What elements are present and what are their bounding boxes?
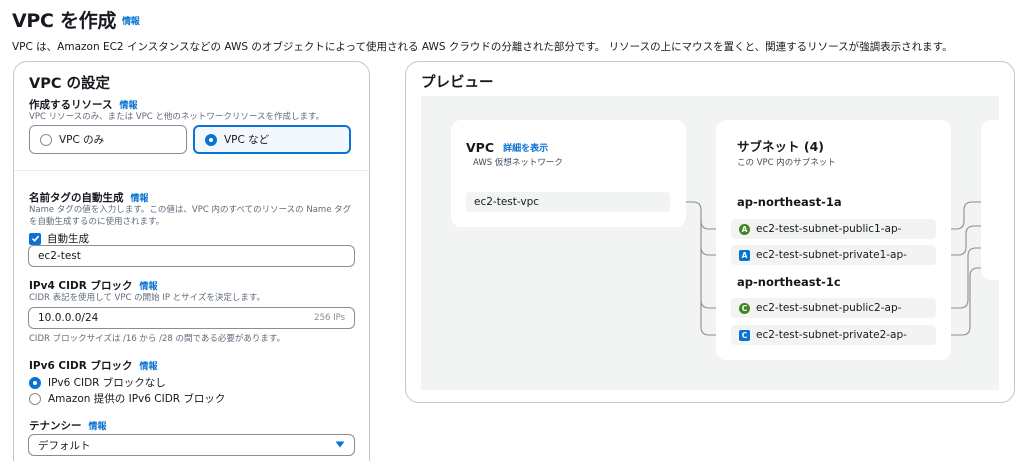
ipv6-option-none[interactable]: IPv6 CIDR ブロックなし — [29, 375, 166, 390]
ipv4-cidr-label-text: IPv4 CIDR ブロック — [29, 280, 133, 292]
private-subnet-icon: C — [739, 329, 750, 341]
ipv4-cidr-constraint: CIDR ブロックサイズは /16 から /28 の間である必要があります。 — [29, 334, 286, 344]
ipv6-option-amazon[interactable]: Amazon 提供の IPv6 CIDR ブロック — [29, 391, 225, 406]
resource-option-label: VPC など — [224, 134, 270, 146]
radio-selected-icon — [29, 376, 41, 389]
vpc-settings-title: VPC の設定 — [29, 76, 111, 92]
public-subnet-icon: C — [739, 302, 750, 314]
vpc-card-title: VPC — [466, 140, 495, 155]
vpc-details-link[interactable]: 詳細を表示 — [503, 144, 548, 154]
resources-label: 作成するリソース 情報 — [29, 97, 138, 112]
ipv4-info-link[interactable]: 情報 — [139, 282, 157, 292]
page-description: VPC は、Amazon EC2 インスタンスなどの AWS のオブジェクトによ… — [12, 41, 953, 53]
name-tag-value: ec2-test — [38, 250, 81, 262]
auto-generate-checkbox[interactable]: 自動生成 — [29, 231, 89, 246]
name-tag-hint-2: を自動生成するのに使用されます。 — [29, 217, 165, 227]
tenancy-info-link[interactable]: 情報 — [89, 422, 107, 432]
radio-selected-icon — [205, 133, 217, 146]
route-tables-card-partial — [981, 120, 999, 280]
subnet-chip-private2[interactable]: C ec2-test-subnet-private2-ap- — [731, 325, 936, 345]
ipv6-option-label: IPv6 CIDR ブロックなし — [48, 377, 166, 389]
ipv4-ip-count: 256 IPs — [314, 313, 345, 323]
name-tag-label-text: 名前タグの自動生成 — [29, 192, 124, 204]
ipv4-cidr-input[interactable]: 10.0.0.0/24 256 IPs — [28, 307, 355, 329]
radio-icon — [29, 392, 41, 405]
availability-zone-label: ap-northeast-1a — [737, 195, 842, 209]
subnet-chip-private1[interactable]: A ec2-test-subnet-private1-ap- — [731, 245, 936, 265]
subnets-card-title: サブネット (4) — [737, 139, 824, 154]
tenancy-select[interactable]: デフォルト — [28, 434, 355, 456]
caret-down-icon — [335, 439, 345, 451]
resource-option-label: VPC のみ — [59, 134, 105, 146]
vpc-name: ec2-test-vpc — [474, 196, 540, 208]
subnet-chip-public1[interactable]: A ec2-test-subnet-public1-ap- — [731, 219, 936, 239]
tenancy-value: デフォルト — [38, 439, 91, 452]
tenancy-label: テナンシー 情報 — [29, 418, 107, 433]
section-divider — [14, 170, 369, 171]
subnet-chip-public2[interactable]: C ec2-test-subnet-public2-ap- — [731, 298, 936, 318]
vpc-card-header: VPC 詳細を表示 — [466, 137, 548, 156]
subnets-card-subtitle: この VPC 内のサブネット — [737, 158, 836, 168]
subnet-name: ec2-test-subnet-private2-ap- — [756, 329, 907, 341]
checkbox-checked-icon — [29, 232, 41, 245]
private-subnet-icon: A — [739, 249, 750, 261]
subnet-name: ec2-test-subnet-public2-ap- — [756, 302, 902, 314]
name-tag-input[interactable]: ec2-test — [28, 245, 355, 267]
name-tag-info-link[interactable]: 情報 — [131, 194, 149, 204]
resources-hint: VPC リソースのみ、または VPC と他のネットワークリソースを作成します。 — [29, 112, 325, 122]
page-info-link[interactable]: 情報 — [122, 17, 140, 27]
page-title: VPC を作成 情報 — [12, 6, 140, 33]
ipv4-cidr-label: IPv4 CIDR ブロック 情報 — [29, 278, 158, 293]
name-tag-label: 名前タグの自動生成 情報 — [29, 190, 149, 205]
resources-info-link[interactable]: 情報 — [119, 101, 137, 111]
resource-option-vpc-and-more[interactable]: VPC など — [193, 125, 351, 154]
tenancy-label-text: テナンシー — [29, 420, 82, 432]
resources-label-text: 作成するリソース — [29, 99, 113, 111]
ipv6-option-label: Amazon 提供の IPv6 CIDR ブロック — [48, 393, 226, 405]
radio-icon — [40, 133, 52, 146]
subnets-card — [716, 120, 951, 360]
ipv6-info-link[interactable]: 情報 — [139, 362, 157, 372]
subnet-name: ec2-test-subnet-public1-ap- — [756, 223, 902, 235]
vpc-card-subtitle: AWS 仮想ネットワーク — [473, 158, 563, 168]
ipv4-cidr-value: 10.0.0.0/24 — [38, 312, 99, 324]
page-title-text: VPC を作成 — [12, 10, 117, 32]
preview-title: プレビュー — [421, 75, 494, 91]
vpc-name-chip[interactable]: ec2-test-vpc — [466, 192, 670, 212]
public-subnet-icon: A — [739, 223, 750, 235]
resource-option-vpc-only[interactable]: VPC のみ — [29, 125, 187, 154]
subnet-name: ec2-test-subnet-private1-ap- — [756, 249, 907, 261]
availability-zone-label: ap-northeast-1c — [737, 275, 841, 289]
name-tag-hint: Name タグの値を入力します。この値は、VPC 内のすべてのリソースの Nam… — [29, 205, 352, 215]
auto-generate-label: 自動生成 — [47, 233, 89, 245]
ipv4-cidr-hint: CIDR 表記を使用して VPC の開始 IP とサイズを決定します。 — [29, 293, 266, 303]
ipv6-cidr-label: IPv6 CIDR ブロック 情報 — [29, 358, 158, 373]
ipv6-cidr-label-text: IPv6 CIDR ブロック — [29, 360, 133, 372]
